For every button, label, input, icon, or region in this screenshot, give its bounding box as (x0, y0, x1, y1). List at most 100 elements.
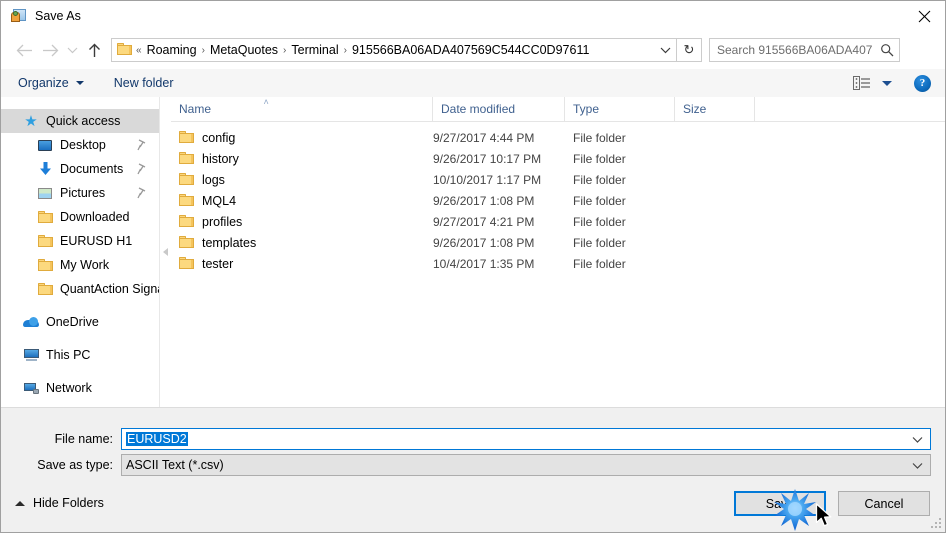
breadcrumb-item-4[interactable]: 915566BA06ADA407569C544CC0D97611 (348, 43, 593, 57)
folder-icon (37, 257, 53, 273)
column-header-label: Size (683, 102, 707, 116)
sidebar-item-label: My Work (60, 258, 110, 272)
breadcrumb-item-3[interactable]: Terminal (287, 43, 342, 57)
table-row[interactable]: config 9/27/2017 4:44 PM File folder (171, 127, 945, 148)
organize-button[interactable]: Organize (11, 72, 91, 94)
table-row[interactable]: logs 10/10/2017 1:17 PM File folder (171, 169, 945, 190)
column-header-date-modified[interactable]: Date modified (433, 97, 565, 121)
refresh-icon[interactable]: ↻ (677, 38, 702, 62)
cancel-button[interactable]: Cancel (838, 491, 930, 516)
table-row[interactable]: tester 10/4/2017 1:35 PM File folder (171, 253, 945, 274)
organize-label: Organize (18, 76, 69, 90)
file-name: tester (202, 256, 234, 271)
breadcrumb: « Roaming › MetaQuotes › Terminal › 9155… (135, 43, 654, 57)
sidebar-item-label: Quick access (46, 114, 121, 128)
search-box[interactable] (709, 38, 900, 62)
sidebar-item-this-pc[interactable]: This PC (1, 343, 159, 367)
file-name-cell: tester (171, 257, 433, 271)
folder-icon (37, 281, 53, 297)
table-row[interactable]: templates 9/26/2017 1:08 PM File folder (171, 232, 945, 253)
title-bar: Save As (1, 1, 945, 31)
new-folder-button[interactable]: New folder (107, 72, 181, 94)
sidebar-item-pictures[interactable]: Pictures (1, 181, 159, 205)
file-name: config (202, 130, 236, 145)
table-row[interactable]: history 9/26/2017 10:17 PM File folder (171, 148, 945, 169)
file-type: File folder (573, 214, 626, 229)
column-header-type[interactable]: Type (565, 97, 675, 121)
navigation-bar: « Roaming › MetaQuotes › Terminal › 9155… (1, 31, 945, 69)
cloud-icon (23, 314, 39, 330)
file-type: File folder (573, 130, 626, 145)
sidebar-item-onedrive[interactable]: OneDrive (1, 310, 159, 334)
arrow-right-icon[interactable] (37, 37, 63, 63)
arrow-left-icon[interactable] (11, 37, 37, 63)
star-icon: ★ (24, 112, 38, 130)
chevron-down-icon[interactable] (904, 436, 930, 443)
sidebar-item-desktop[interactable]: Desktop (1, 133, 159, 157)
file-name-cell: templates (171, 236, 433, 250)
sidebar-item-quick-access[interactable]: ★ Quick access (1, 109, 159, 133)
help-icon[interactable]: ? (914, 74, 931, 92)
sidebar-item-network[interactable]: Network (1, 376, 159, 400)
file-name-cell: logs (171, 173, 433, 187)
pane-splitter[interactable] (159, 97, 171, 407)
file-date: 9/26/2017 1:08 PM (433, 193, 535, 208)
chevron-down-icon[interactable] (63, 37, 81, 63)
hide-folders-button[interactable]: Hide Folders (15, 496, 104, 510)
column-header-filler (755, 97, 945, 121)
file-name: logs (202, 172, 225, 187)
chevron-down-icon[interactable] (882, 80, 892, 86)
column-header-label: Date modified (441, 102, 516, 116)
address-dropdown-icon[interactable] (654, 46, 676, 54)
sidebar-item-documents[interactable]: Documents (1, 157, 159, 181)
search-icon (875, 43, 899, 57)
resize-grip-icon[interactable] (931, 518, 943, 530)
view-list-icon[interactable] (852, 75, 872, 91)
sidebar-item-downloaded[interactable]: Downloaded (1, 205, 159, 229)
folder-icon (37, 209, 53, 225)
sidebar-item-quantaction-signal[interactable]: QuantAction Signal (1, 277, 159, 301)
table-row[interactable]: MQL4 9/26/2017 1:08 PM File folder (171, 190, 945, 211)
table-row[interactable]: profiles 9/27/2017 4:21 PM File folder (171, 211, 945, 232)
arrow-up-icon[interactable] (81, 37, 107, 63)
file-name: history (202, 151, 239, 166)
save-as-type-label: Save as type: (37, 458, 113, 472)
save-as-type-select[interactable]: ASCII Text (*.csv) (121, 454, 931, 476)
new-folder-label: New folder (113, 76, 174, 90)
sidebar-item-label: Network (46, 381, 92, 395)
chevron-down-icon[interactable] (904, 462, 930, 469)
download-arrow-icon (37, 161, 53, 177)
save-button[interactable]: Save (734, 491, 826, 516)
breadcrumb-item-2[interactable]: MetaQuotes (206, 43, 282, 57)
toolbar-right-group: ? (852, 69, 945, 97)
save-as-type-value: ASCII Text (*.csv) (126, 458, 224, 472)
folder-icon (179, 236, 194, 249)
address-bar[interactable]: « Roaming › MetaQuotes › Terminal › 9155… (111, 38, 677, 62)
splitter-grip-icon (163, 248, 168, 256)
window-title: Save As (35, 9, 81, 23)
close-icon[interactable] (901, 1, 945, 31)
hide-folders-label: Hide Folders (33, 496, 104, 510)
breadcrumb-item-1[interactable]: Roaming (143, 43, 201, 57)
file-name-selected-text: EURUSD2 (126, 432, 188, 446)
pin-icon (137, 187, 147, 199)
column-header-name[interactable]: ˄ Name (171, 97, 433, 121)
folder-icon (37, 233, 53, 249)
file-name-cell: config (171, 131, 433, 145)
file-name: templates (202, 235, 257, 250)
search-input[interactable] (710, 42, 875, 58)
column-header-size[interactable]: Size (675, 97, 755, 121)
sidebar-item-my-work[interactable]: My Work (1, 253, 159, 277)
file-date: 9/26/2017 1:08 PM (433, 235, 535, 250)
sidebar-item-label: OneDrive (46, 315, 99, 329)
folder-icon (179, 215, 194, 228)
file-name: MQL4 (202, 193, 237, 208)
file-name-input[interactable]: EURUSD2 (121, 428, 931, 450)
file-name-cell: profiles (171, 215, 433, 229)
chevron-up-icon (15, 500, 25, 506)
file-name: profiles (202, 214, 243, 229)
sidebar-item-eurusd-h1[interactable]: EURUSD H1 (1, 229, 159, 253)
column-header-label: Name (179, 102, 212, 116)
content-area: ★ Quick access Desktop Documents Picture… (1, 97, 945, 407)
